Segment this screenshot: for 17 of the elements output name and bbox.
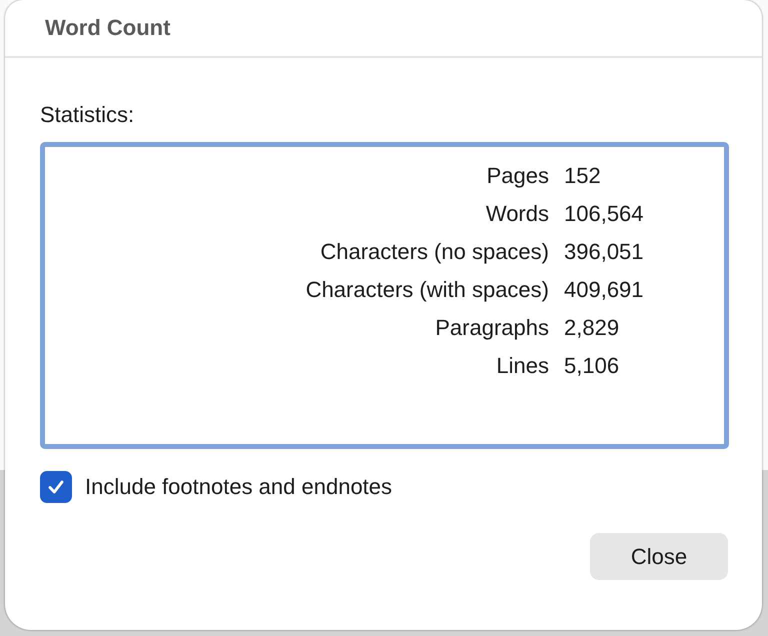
- checkbox[interactable]: [40, 471, 72, 503]
- stat-value: 396,051: [564, 238, 645, 266]
- stat-value: 2,829: [564, 314, 620, 342]
- statistics-label: Statistics:: [40, 102, 136, 128]
- stat-value: 5,106: [564, 352, 620, 380]
- window-title: Word Count: [45, 15, 170, 41]
- close-button[interactable]: Close: [590, 533, 728, 580]
- stat-name: Paragraphs: [434, 314, 549, 342]
- stat-value: 152: [564, 162, 602, 190]
- checkbox-label[interactable]: Include footnotes and endnotes: [85, 474, 392, 500]
- stat-name: Characters (no spaces): [319, 238, 549, 266]
- stat-name: Lines: [495, 352, 549, 380]
- stat-name: Characters (with spaces): [304, 276, 549, 304]
- stat-value: 409,691: [564, 276, 645, 304]
- stat-name: Pages: [486, 162, 549, 190]
- stat-name: Words: [484, 200, 549, 228]
- stat-value: 106,564: [564, 200, 645, 228]
